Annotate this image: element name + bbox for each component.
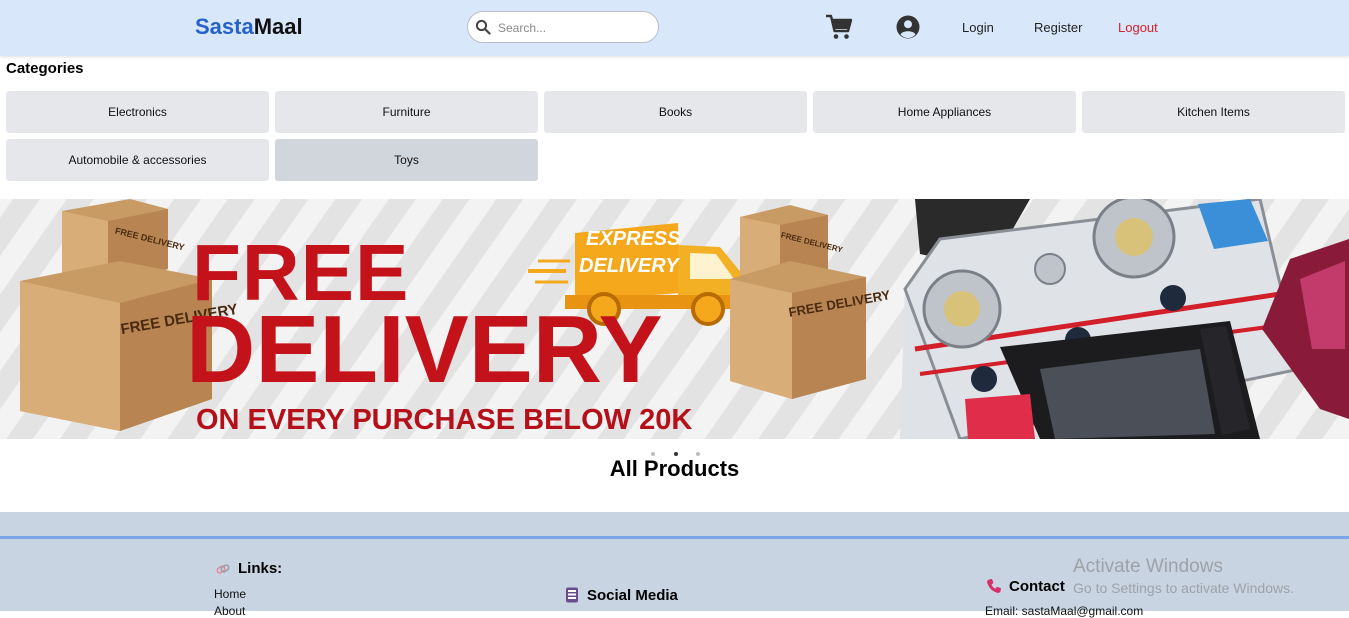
banner-express-label: EXPRESS: [586, 228, 681, 250]
logout-link[interactable]: Logout: [1118, 20, 1158, 35]
link-icon: [216, 564, 230, 574]
banner-headline-delivery: DELIVERY: [186, 296, 663, 403]
category-electronics[interactable]: Electronics: [6, 91, 269, 133]
brand-logo[interactable]: SastaMaal: [195, 14, 303, 40]
footer-link-home[interactable]: Home: [214, 587, 246, 601]
category-home-appliances[interactable]: Home Appliances: [813, 91, 1076, 133]
activate-windows-title: Activate Windows: [1073, 556, 1223, 577]
search-box: [467, 11, 659, 43]
banner-subheadline: ON EVERY PURCHASE BELOW 20K: [196, 404, 693, 436]
footer-spacer: [0, 512, 1349, 536]
brand-part-1: Sasta: [195, 14, 254, 39]
phone-icon: [987, 579, 1001, 593]
navbar: SastaMaal Login Register Logout: [0, 0, 1349, 56]
search-input[interactable]: [498, 18, 648, 38]
all-products-heading: All Products: [609, 456, 740, 481]
category-toys[interactable]: Toys: [275, 139, 538, 181]
footer-social-heading: Social Media: [587, 587, 678, 604]
user-circle-icon[interactable]: [896, 15, 920, 39]
footer-links-heading: Links:: [238, 560, 283, 577]
categories-heading: Categories: [6, 60, 84, 77]
login-link[interactable]: Login: [962, 20, 994, 35]
footer-contact-heading: Contact: [1009, 578, 1065, 595]
register-link[interactable]: Register: [1034, 20, 1082, 35]
brand-part-2: Maal: [253, 14, 303, 39]
category-automobile[interactable]: Automobile & accessories: [6, 139, 269, 181]
shopping-cart-icon[interactable]: [825, 14, 853, 40]
search-icon: [475, 19, 491, 35]
banner-express-delivery-label: DELIVERY: [579, 255, 679, 277]
activate-windows-subtitle: Go to Settings to activate Windows.: [1073, 580, 1294, 596]
footer-contact-email: Email: sastaMaal@gmail.com: [985, 604, 1144, 618]
category-furniture[interactable]: Furniture: [275, 91, 538, 133]
category-kitchen-items[interactable]: Kitchen Items: [1082, 91, 1345, 133]
phone-device-icon: [566, 587, 578, 603]
footer-link-about[interactable]: About: [214, 604, 245, 618]
category-books[interactable]: Books: [544, 91, 807, 133]
